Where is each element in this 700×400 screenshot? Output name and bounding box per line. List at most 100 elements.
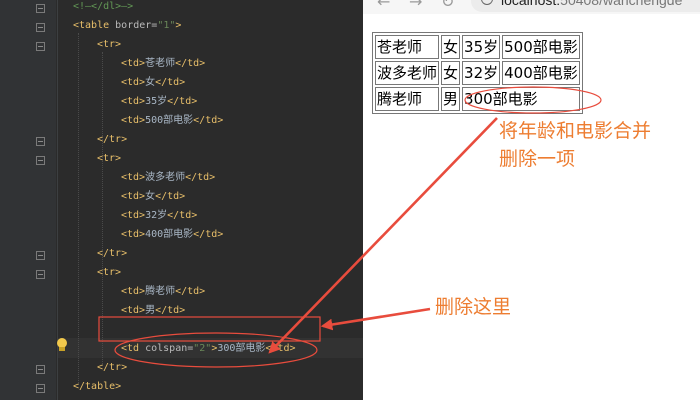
code-token: > — [175, 20, 182, 31]
back-arrow-icon[interactable]: ← — [377, 0, 390, 10]
code-token: </td> — [167, 210, 198, 221]
table-cell: 女 — [441, 35, 461, 59]
indent-guide — [102, 52, 103, 366]
table-cell: 腾老师 — [375, 87, 440, 111]
code-token: 400部电影 — [145, 229, 194, 240]
table-row: 苍老师女 35岁 500部电影 — [375, 35, 580, 59]
code-token: 苍老师 — [145, 58, 176, 69]
fold-marker-icon[interactable] — [36, 251, 45, 260]
code-token: <td> — [121, 172, 146, 183]
code-token: </td> — [155, 305, 186, 316]
code-line[interactable]: <td>男</td> — [121, 301, 185, 320]
code-token: 波多老师 — [145, 172, 186, 183]
code-token: 女 — [145, 77, 156, 88]
code-token: <!—</dl>—> — [73, 1, 134, 12]
code-line[interactable]: <!—</dl>—> — [73, 0, 133, 16]
code-token: border= — [115, 20, 158, 31]
table-cell: 300部电影 — [462, 87, 580, 111]
code-token: </td> — [175, 286, 206, 297]
code-line[interactable]: <tr> — [97, 263, 121, 282]
code-line[interactable]: <td>35岁</td> — [121, 92, 197, 111]
fold-marker-icon[interactable] — [36, 270, 45, 279]
fold-marker-icon[interactable] — [36, 4, 45, 13]
code-token: </td> — [155, 191, 186, 202]
code-line[interactable]: </tr> — [97, 130, 127, 149]
table-cell: 苍老师 — [375, 35, 440, 59]
info-icon[interactable] — [481, 0, 493, 5]
code-token: </tr> — [97, 134, 128, 145]
code-line[interactable]: <table border="1"> — [73, 16, 181, 35]
code-token: <td> — [121, 229, 146, 240]
reload-icon[interactable]: ↻ — [441, 0, 454, 10]
code-token: <td> — [121, 191, 146, 202]
code-token: <td> — [121, 286, 146, 297]
code-token: 32岁 — [145, 210, 168, 221]
code-token: </td> — [265, 343, 296, 354]
code-token: </td> — [167, 96, 198, 107]
code-line[interactable]: </table> — [73, 377, 121, 396]
lightbulb-icon[interactable] — [56, 338, 68, 352]
code-token: <td> — [121, 58, 146, 69]
fold-marker-icon[interactable] — [36, 384, 45, 393]
code-editor[interactable]: <!—</dl>—> <table border="1"> <tr> <td>苍老师<… — [0, 0, 363, 400]
code-token: <table — [73, 20, 116, 31]
code-token: <td> — [121, 96, 146, 107]
code-token: <td> — [121, 210, 146, 221]
code-line[interactable]: <tr> — [97, 35, 121, 54]
code-token: </td> — [193, 115, 224, 126]
code-token: <td — [121, 343, 146, 354]
table-cell: 波多老师 — [375, 61, 440, 85]
code-line[interactable]: <tr> — [97, 149, 121, 168]
fold-marker-icon[interactable] — [36, 23, 45, 32]
forward-arrow-icon[interactable]: → — [409, 0, 422, 10]
code-line[interactable]: <td>波多老师</td> — [121, 168, 215, 187]
code-line[interactable]: <td>女</td> — [121, 73, 185, 92]
code-line[interactable]: </tr> — [97, 244, 127, 263]
code-line[interactable]: <td>500部电影</td> — [121, 111, 223, 130]
table-cell: 男 — [441, 87, 461, 111]
line-gutter — [0, 0, 56, 400]
code-token: 35岁 — [145, 96, 168, 107]
address-bar[interactable]: localhost:50408/wanchengde — [471, 0, 700, 12]
code-line[interactable]: <td>32岁</td> — [121, 206, 197, 225]
table-cell: 女 — [441, 61, 461, 85]
code-token: 500部电影 — [145, 115, 194, 126]
code-token: <tr> — [97, 153, 122, 164]
code-line[interactable]: <td>腾老师</td> — [121, 282, 205, 301]
code-line[interactable]: </tr> — [97, 358, 127, 377]
code-token: 男 — [145, 305, 156, 316]
code-line[interactable]: <td colspan="2">300部电影</td> — [121, 339, 296, 358]
delete-note: 删除这里 — [435, 296, 512, 318]
fold-marker-icon[interactable] — [36, 42, 45, 51]
rendered-table: 苍老师女 35岁 500部电影 波多老师女 32岁 400部电影 腾老师男 300部电影 — [372, 32, 583, 114]
table-row: 波多老师女 32岁 400部电影 — [375, 61, 580, 85]
code-token: 腾老师 — [145, 286, 176, 297]
code-token: "1" — [157, 20, 176, 31]
indent-guide — [78, 33, 79, 385]
merge-note: 将年龄和电影合并 删除一项 — [499, 120, 652, 170]
fold-marker-icon[interactable] — [36, 365, 45, 374]
code-token: </td> — [175, 58, 206, 69]
code-token: <td> — [121, 305, 146, 316]
code-token: 300部电影 — [217, 343, 266, 354]
code-token: </tr> — [97, 362, 128, 373]
code-token: <td> — [121, 115, 146, 126]
browser-toolbar: ← → ↻ localhost:50408/wanchengde — [363, 0, 700, 14]
code-token: </td> — [193, 229, 224, 240]
code-token: <tr> — [97, 267, 122, 278]
table-cell: 400部电影 — [502, 61, 580, 85]
fold-marker-icon[interactable] — [36, 137, 45, 146]
code-line[interactable]: <td>苍老师</td> — [121, 54, 205, 73]
fold-marker-icon[interactable] — [36, 156, 45, 165]
code-line[interactable]: <td>女</td> — [121, 187, 185, 206]
table-cell: 35岁 — [462, 35, 501, 59]
table-cell: 500部电影 — [502, 35, 580, 59]
code-token: colspan= — [145, 343, 194, 354]
code-token: "2" — [193, 343, 212, 354]
code-token: </td> — [155, 77, 186, 88]
code-token: </tr> — [97, 248, 128, 259]
code-token: </table> — [73, 381, 122, 392]
code-line[interactable]: <td>400部电影</td> — [121, 225, 223, 244]
address-url[interactable]: localhost:50408/wanchengde — [501, 0, 682, 8]
code-token: <td> — [121, 77, 146, 88]
